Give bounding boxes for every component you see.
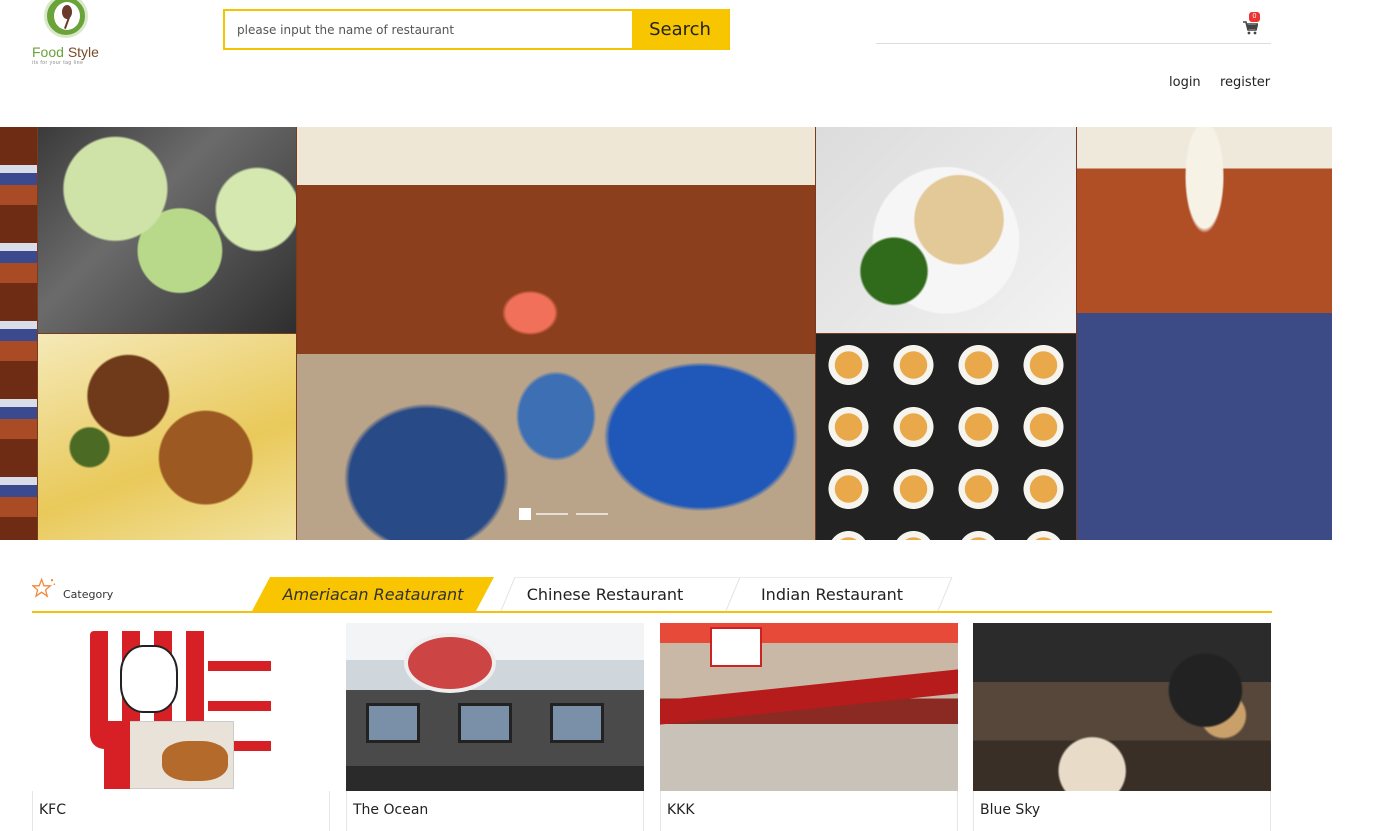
logo-brand-name: Food Style: [32, 44, 99, 60]
banner-image-fish-dish: [816, 127, 1076, 333]
restaurant-name: The Ocean: [353, 802, 429, 818]
banner-image-diners: [297, 127, 815, 540]
banner-carousel[interactable]: [0, 127, 1332, 540]
restaurant-card[interactable]: KFC: [32, 623, 330, 831]
restaurant-card[interactable]: Blue Sky: [973, 623, 1271, 831]
tab-american-restaurant[interactable]: Ameriacan Reataurant: [252, 577, 494, 611]
restaurant-card[interactable]: KKK: [660, 623, 958, 831]
search-button[interactable]: Search: [632, 9, 728, 50]
category-heading: Category: [32, 577, 122, 611]
restaurant-name: Blue Sky: [980, 802, 1041, 818]
banner-image-tableware: [0, 127, 37, 540]
category-bar: Category Ameriacan Reataurant Chinese Re…: [32, 577, 1272, 613]
restaurant-name: KFC: [39, 802, 67, 818]
site-logo[interactable]: Food Style its for your tag line: [30, 0, 105, 70]
logo-spoon-icon: [44, 0, 88, 38]
shopping-cart-icon[interactable]: [1242, 20, 1258, 36]
star-icon: [32, 577, 56, 598]
restaurant-name: KKK: [667, 802, 695, 818]
register-link[interactable]: register: [1220, 75, 1270, 90]
banner-image-desserts: [816, 334, 1076, 540]
banner-image-main-dish: [38, 334, 296, 540]
header-divider: [876, 43, 1271, 44]
carousel-indicator-3[interactable]: [576, 513, 608, 515]
tab-indian-restaurant[interactable]: Indian Restaurant: [712, 577, 952, 611]
carousel-indicator-1[interactable]: [519, 508, 531, 520]
restaurant-image-the-ocean: [346, 623, 644, 791]
logo-tagline: its for your tag line: [32, 60, 84, 66]
restaurant-image-kfc: [32, 623, 330, 791]
login-link[interactable]: login: [1169, 75, 1201, 90]
search-bar: Search: [223, 9, 730, 50]
banner-image-salad: [38, 127, 296, 333]
search-input[interactable]: [225, 11, 636, 48]
restaurant-image-kkk: [660, 623, 958, 791]
tab-chinese-restaurant[interactable]: Chinese Restaurant: [487, 577, 723, 611]
restaurant-card[interactable]: The Ocean: [346, 623, 644, 831]
carousel-indicators: [519, 508, 619, 520]
banner-image-dining-hall: [1077, 127, 1332, 540]
carousel-indicator-2[interactable]: [536, 513, 568, 515]
category-label: Category: [63, 588, 114, 601]
restaurant-image-blue-sky: [973, 623, 1271, 791]
cart-count-badge: 0: [1249, 12, 1260, 22]
